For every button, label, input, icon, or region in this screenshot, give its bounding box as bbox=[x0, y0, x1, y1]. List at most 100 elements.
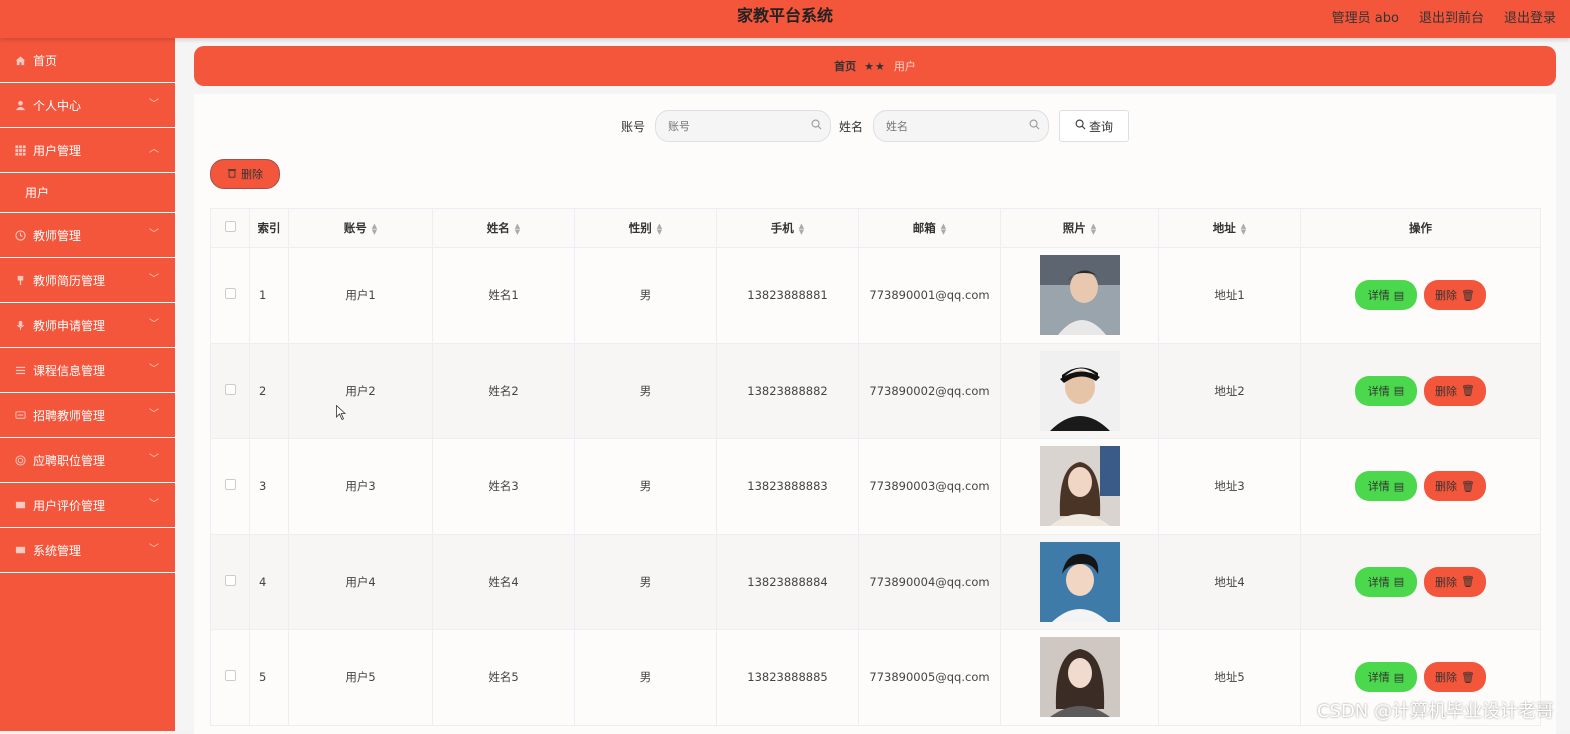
sidebar-item-apply-position[interactable]: 应聘职位管理 ﹀ bbox=[0, 438, 175, 483]
delete-button[interactable]: 删除🗑 bbox=[1424, 567, 1486, 597]
table-row: 3 用户3 姓名3 男 13823888883 773890003@qq.com… bbox=[211, 439, 1541, 535]
cell-account: 用户1 bbox=[289, 248, 433, 344]
breadcrumb-home[interactable]: 首页 bbox=[834, 58, 856, 74]
sidebar-item-label: 应聘职位管理 bbox=[33, 452, 105, 469]
row-checkbox[interactable] bbox=[225, 384, 236, 395]
document-icon: ▤ bbox=[1394, 671, 1404, 684]
detail-button[interactable]: 详情▤ bbox=[1355, 567, 1417, 597]
chat-icon bbox=[14, 544, 26, 556]
cell-name: 姓名4 bbox=[433, 534, 575, 630]
delete-button[interactable]: 删除🗑 bbox=[1424, 280, 1486, 310]
delete-button[interactable]: 删除🗑 bbox=[1424, 376, 1486, 406]
row-checkbox[interactable] bbox=[225, 670, 236, 681]
delete-button[interactable]: 删除🗑 bbox=[1424, 662, 1486, 692]
sidebar-item-label: 首页 bbox=[33, 52, 57, 69]
breadcrumb-separator: ★★ bbox=[864, 60, 886, 73]
trash-icon: 🗑 bbox=[1461, 480, 1475, 493]
cell-gender: 男 bbox=[575, 630, 717, 726]
column-header-name[interactable]: 姓名▲▼ bbox=[433, 209, 575, 248]
user-photo[interactable] bbox=[1040, 446, 1120, 526]
cell-photo bbox=[1001, 534, 1159, 630]
sort-icon[interactable]: ▲▼ bbox=[941, 223, 946, 235]
chat-icon bbox=[14, 499, 26, 511]
detail-button[interactable]: 详情▤ bbox=[1355, 280, 1417, 310]
column-header-email[interactable]: 邮箱▲▼ bbox=[859, 209, 1001, 248]
cell-photo bbox=[1001, 439, 1159, 535]
column-header-gender[interactable]: 性别▲▼ bbox=[575, 209, 717, 248]
row-checkbox[interactable] bbox=[225, 575, 236, 586]
account-search-input[interactable] bbox=[656, 111, 796, 141]
row-checkbox[interactable] bbox=[225, 479, 236, 490]
logout-link[interactable]: 退出登录 bbox=[1504, 7, 1556, 26]
query-button-label: 查询 bbox=[1089, 118, 1113, 135]
delete-button[interactable]: 删除🗑 bbox=[1424, 471, 1486, 501]
exit-to-front-link[interactable]: 退出到前台 bbox=[1419, 7, 1484, 26]
user-photo[interactable] bbox=[1040, 255, 1120, 335]
cell-actions: 详情▤ 删除🗑 bbox=[1301, 439, 1541, 535]
column-header-account[interactable]: 账号▲▼ bbox=[289, 209, 433, 248]
sidebar-item-label: 系统管理 bbox=[33, 542, 81, 559]
row-checkbox[interactable] bbox=[225, 288, 236, 299]
sidebar-item-teacher-application[interactable]: 教师申请管理 ﹀ bbox=[0, 303, 175, 348]
batch-delete-button[interactable]: 删除 bbox=[210, 159, 280, 189]
detail-button[interactable]: 详情▤ bbox=[1355, 376, 1417, 406]
sidebar-item-label: 教师管理 bbox=[33, 227, 81, 244]
detail-button[interactable]: 详情▤ bbox=[1355, 662, 1417, 692]
grid-icon bbox=[14, 144, 26, 156]
chevron-down-icon: ﹀ bbox=[149, 450, 159, 465]
user-photo[interactable] bbox=[1040, 542, 1120, 622]
watermark: CSDN @计算机毕业设计老哥 bbox=[1317, 697, 1554, 723]
breadcrumb-current: 用户 bbox=[894, 58, 916, 74]
cell-name: 姓名3 bbox=[433, 439, 575, 535]
sidebar-item-user-management[interactable]: 用户管理 ︿ bbox=[0, 128, 175, 173]
account-input-wrapper bbox=[655, 110, 831, 142]
sidebar-subitem-user[interactable]: 用户 bbox=[0, 173, 175, 213]
chevron-down-icon: ﹀ bbox=[149, 495, 159, 510]
sort-icon[interactable]: ▲▼ bbox=[1241, 223, 1246, 235]
cell-gender: 男 bbox=[575, 439, 717, 535]
select-all-checkbox[interactable] bbox=[225, 221, 236, 232]
sidebar-item-label: 用户评价管理 bbox=[33, 497, 105, 514]
sidebar-item-home[interactable]: 首页 bbox=[0, 38, 175, 83]
cell-address: 地址2 bbox=[1159, 343, 1301, 439]
admin-user-label: 管理员 abo bbox=[1332, 7, 1399, 26]
sidebar-item-system-management[interactable]: 系统管理 ﹀ bbox=[0, 528, 175, 573]
cell-index: 1 bbox=[250, 248, 289, 344]
column-header-phone[interactable]: 手机▲▼ bbox=[717, 209, 859, 248]
search-icon bbox=[811, 119, 822, 133]
name-search-input[interactable] bbox=[874, 111, 1014, 141]
sidebar-item-label: 课程信息管理 bbox=[33, 362, 105, 379]
top-header: 家教平台系统 管理员 abo 退出到前台 退出登录 bbox=[0, 0, 1570, 38]
sidebar-item-course-info[interactable]: 课程信息管理 ﹀ bbox=[0, 348, 175, 393]
sidebar-item-recruit-teacher[interactable]: 招聘教师管理 ﹀ bbox=[0, 393, 175, 438]
column-header-photo[interactable]: 照片▲▼ bbox=[1001, 209, 1159, 248]
user-photo[interactable] bbox=[1040, 637, 1120, 717]
chevron-down-icon: ﹀ bbox=[149, 360, 159, 375]
sidebar-item-teacher-resume[interactable]: 教师简历管理 ﹀ bbox=[0, 258, 175, 303]
cell-address: 地址1 bbox=[1159, 248, 1301, 344]
column-header-address[interactable]: 地址▲▼ bbox=[1159, 209, 1301, 248]
mic-icon bbox=[14, 319, 26, 331]
sidebar-item-user-review[interactable]: 用户评价管理 ﹀ bbox=[0, 483, 175, 528]
cell-name: 姓名5 bbox=[433, 630, 575, 726]
trash-icon: 🗑 bbox=[1461, 575, 1475, 588]
sort-icon[interactable]: ▲▼ bbox=[372, 223, 377, 235]
sort-icon[interactable]: ▲▼ bbox=[515, 223, 520, 235]
user-photo[interactable] bbox=[1040, 351, 1120, 431]
cell-actions: 详情▤ 删除🗑 bbox=[1301, 343, 1541, 439]
cell-phone: 13823888882 bbox=[717, 343, 859, 439]
detail-button[interactable]: 详情▤ bbox=[1355, 471, 1417, 501]
trash-icon: 🗑 bbox=[1461, 671, 1475, 684]
cell-account: 用户3 bbox=[289, 439, 433, 535]
chevron-up-icon: ︿ bbox=[149, 140, 159, 155]
sort-icon[interactable]: ▲▼ bbox=[1091, 223, 1096, 235]
chevron-down-icon: ﹀ bbox=[149, 95, 159, 110]
sort-icon[interactable]: ▲▼ bbox=[799, 223, 804, 235]
content-panel: 账号 姓名 查询 bbox=[194, 94, 1556, 734]
sort-icon[interactable]: ▲▼ bbox=[657, 223, 662, 235]
query-button[interactable]: 查询 bbox=[1059, 110, 1129, 142]
sidebar-item-teacher-management[interactable]: 教师管理 ﹀ bbox=[0, 213, 175, 258]
sidebar-item-personal-center[interactable]: 个人中心 ﹀ bbox=[0, 83, 175, 128]
cell-account: 用户2 bbox=[289, 343, 433, 439]
user-icon bbox=[14, 99, 26, 111]
